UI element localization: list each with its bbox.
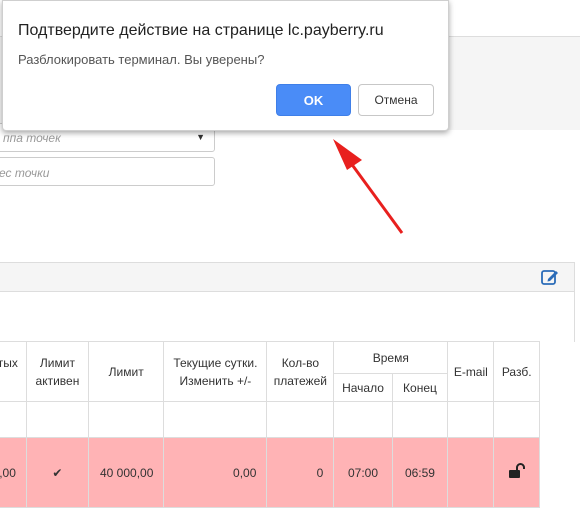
col-header-time: Время — [333, 341, 449, 374]
col-header-start: Начало — [333, 373, 393, 402]
unlock-icon[interactable] — [508, 463, 526, 479]
col-header-end: Конец — [391, 373, 449, 402]
limits-table: утых Лимит активен Лимит Текущие сутки. … — [0, 341, 540, 508]
confirm-dialog: Подтвердите действие на странице lc.payb… — [2, 0, 449, 131]
cell-end: 06:59 — [391, 437, 449, 508]
dialog-title: Подтвердите действие на странице lc.payb… — [18, 22, 384, 39]
cancel-button[interactable]: Отмена — [358, 84, 434, 116]
point-group-placeholder: ппа точек — [3, 131, 61, 145]
col-header-limit: Лимит — [87, 341, 165, 402]
col-header-prev: утых — [0, 341, 27, 402]
cell-unblock[interactable] — [493, 437, 540, 508]
panel-header — [0, 262, 575, 292]
cell-prev: 0,00 — [0, 437, 27, 508]
col-header-unblock: Разб. — [493, 341, 540, 402]
col-header-limit-active: Лимит активен — [25, 341, 89, 402]
cell-limit-active: ✔ — [25, 437, 89, 508]
table-row — [0, 401, 540, 438]
cell-start: 07:00 — [333, 437, 393, 508]
cell-payments-count: 0 — [266, 437, 335, 508]
page: ппа точек ▼ ес точки утых Лимит активен … — [0, 0, 580, 515]
chevron-down-icon: ▼ — [196, 132, 205, 142]
cell-current-day: 0,00 — [163, 437, 268, 508]
cell-email — [447, 437, 495, 508]
ok-button[interactable]: OK — [276, 84, 351, 116]
check-icon: ✔ — [52, 465, 63, 480]
table-row-blocked: 0,00 ✔ 40 000,00 0,00 0 07:00 06:59 — [0, 437, 540, 508]
point-address-placeholder: ес точки — [0, 166, 50, 180]
panel-body — [0, 292, 575, 342]
dialog-message: Разблокировать терминал. Вы уверены? — [18, 52, 265, 67]
point-address-input[interactable]: ес точки — [0, 157, 215, 186]
edit-icon[interactable] — [540, 267, 560, 287]
cell-limit: 40 000,00 — [87, 437, 165, 508]
col-header-email: E-mail — [447, 341, 495, 402]
col-header-payments-count: Кол-во платежей — [266, 341, 335, 402]
table-header-row: утых Лимит активен Лимит Текущие сутки. … — [0, 341, 540, 402]
col-header-current-day: Текущие сутки. Изменить +/- — [163, 341, 268, 402]
